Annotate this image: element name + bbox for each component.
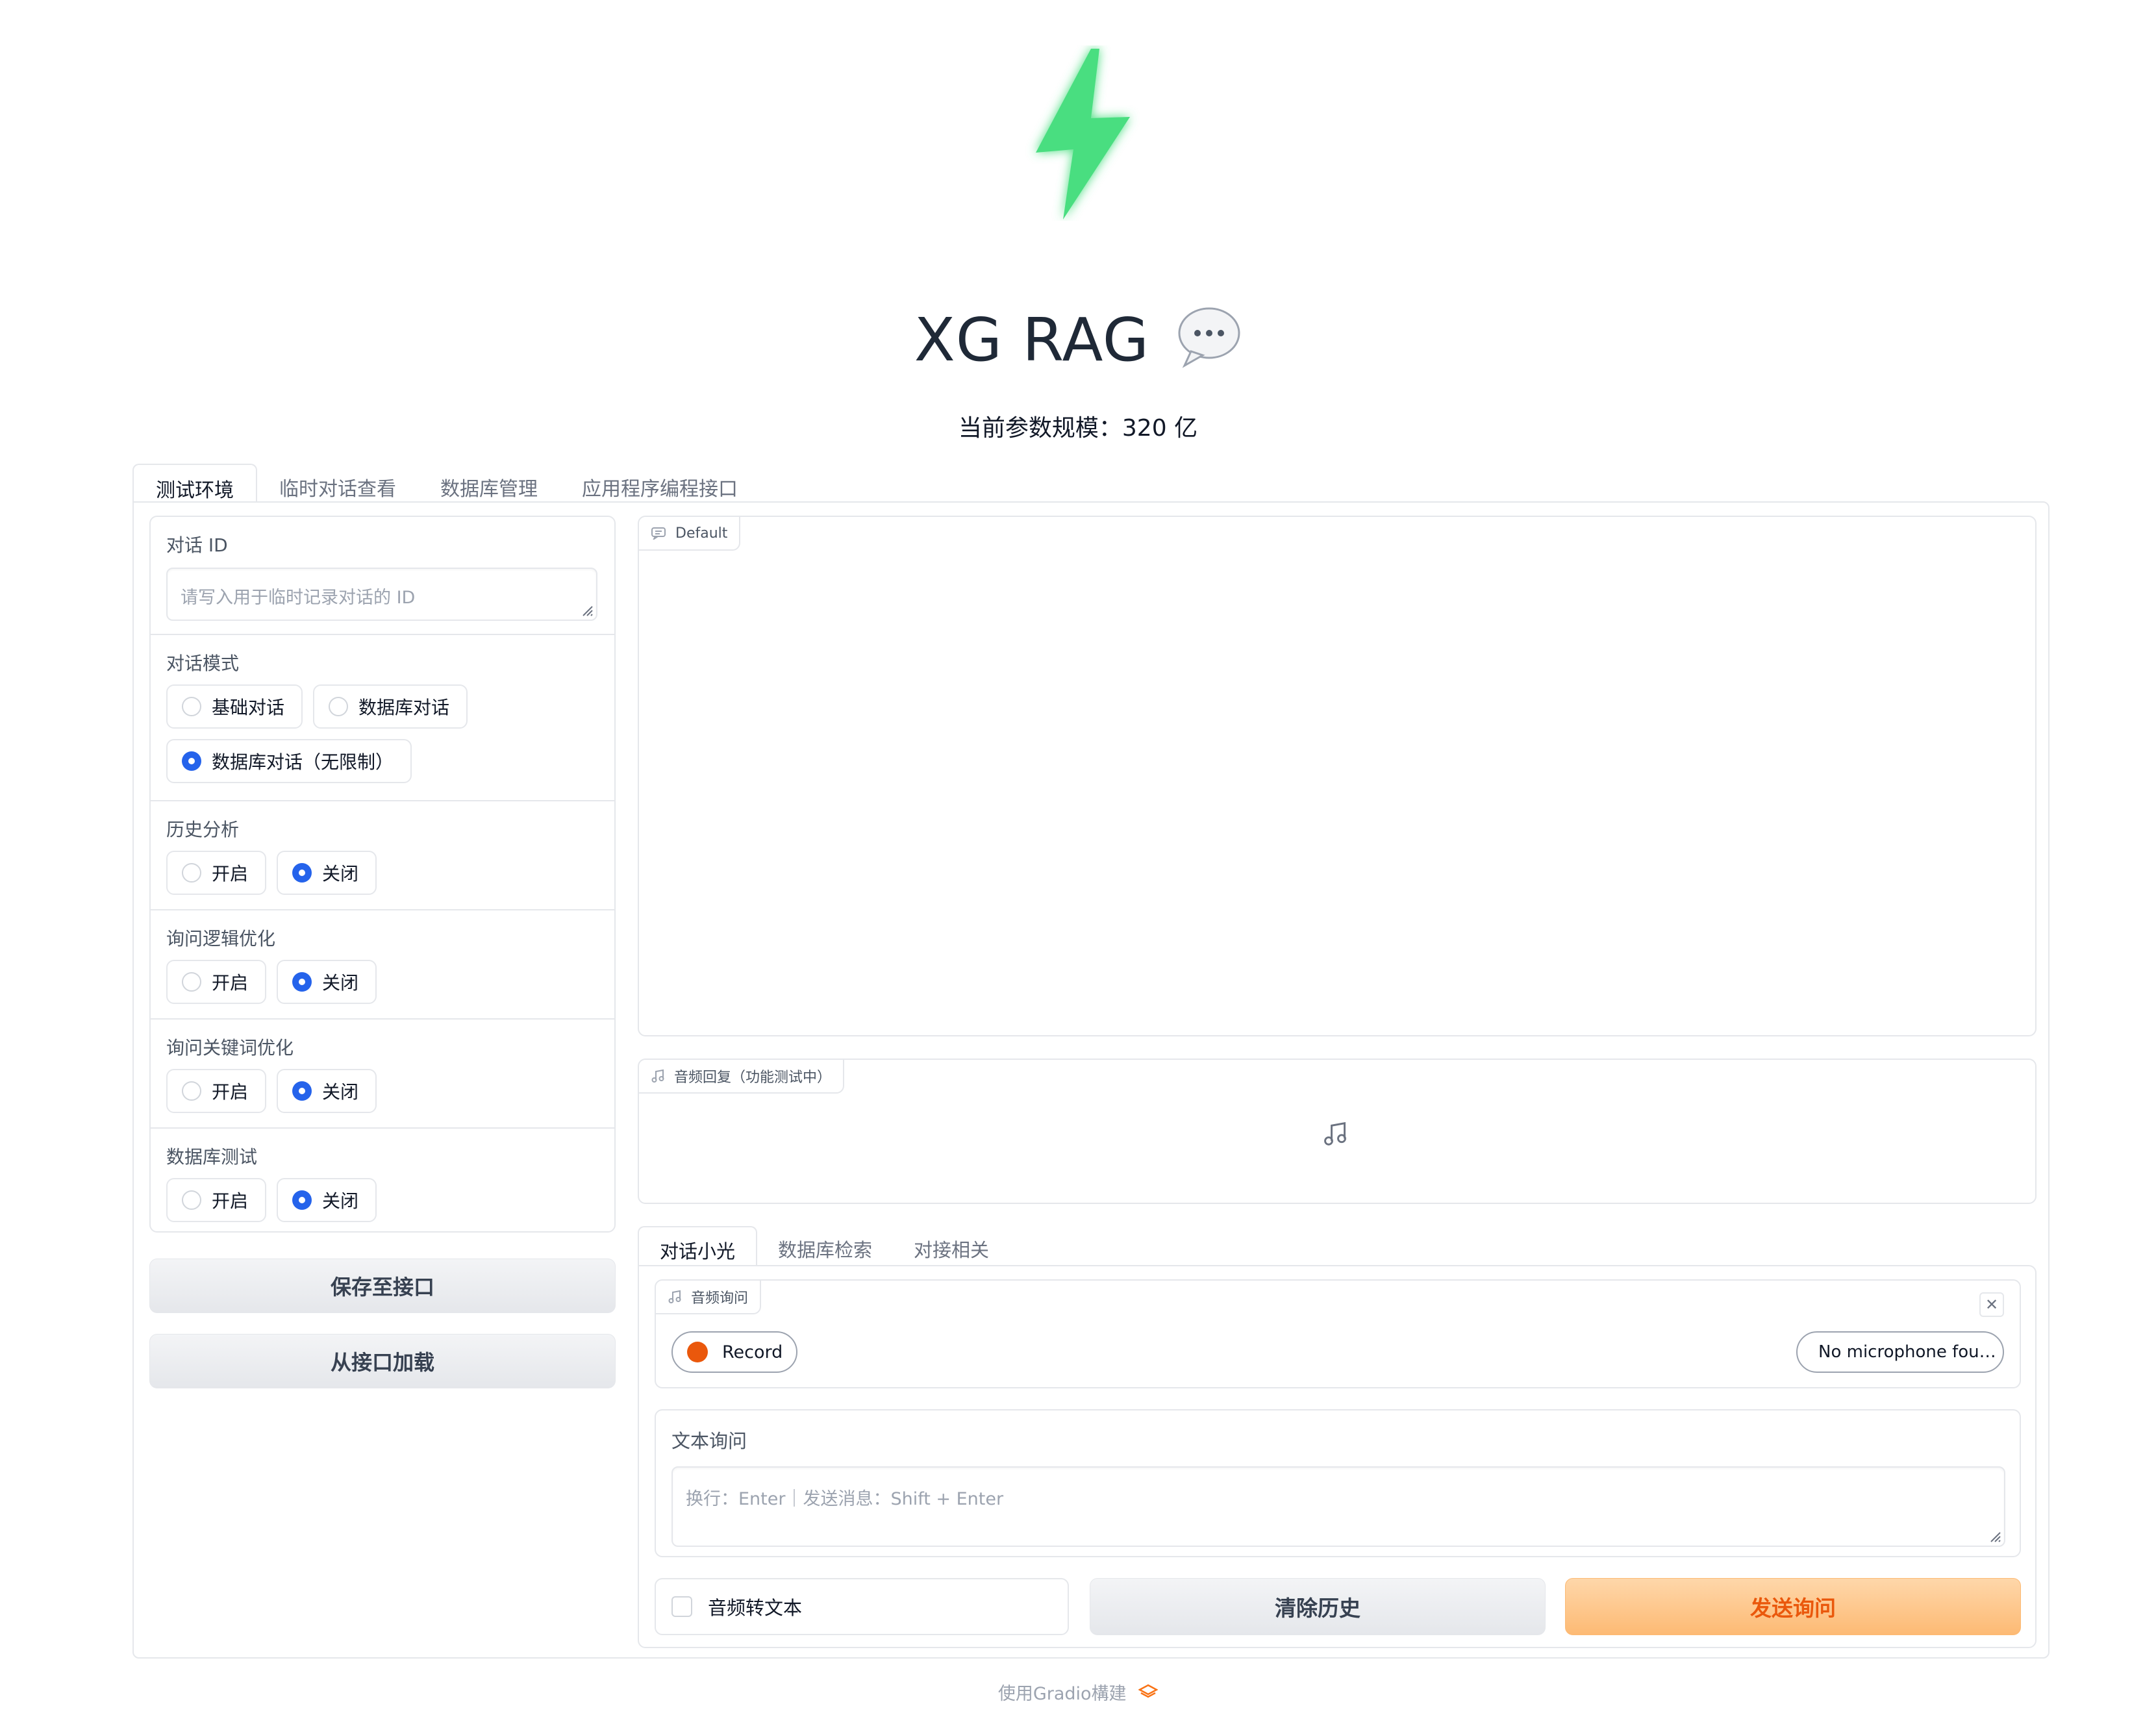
radio-label: 基础对话 — [212, 697, 285, 718]
audio-to-text-checkbox[interactable]: 音频转文本 — [655, 1578, 1069, 1635]
radio-keyword-off[interactable]: 关闭 — [277, 1069, 377, 1113]
page-title: XG RAG — [0, 305, 2156, 382]
radio-label: 开启 — [212, 863, 249, 884]
tab-db-manage[interactable]: 数据库管理 — [418, 464, 560, 503]
music-note-icon — [1322, 1121, 1348, 1149]
chatbot-label: Default — [639, 517, 741, 551]
radio-circle — [182, 1081, 201, 1101]
audio-to-text-label: 音频转文本 — [708, 1597, 803, 1619]
radio-dbtest-off[interactable]: 关闭 — [277, 1178, 377, 1222]
radio-circle-checked — [292, 1081, 312, 1101]
resize-handle-icon[interactable] — [1987, 1529, 2001, 1543]
radio-history-on[interactable]: 开启 — [166, 851, 267, 895]
test-env-panel: 对话 ID 请写入用于临时记录对话的 ID 对话模式 基础对话 数据库对话 数据… — [132, 501, 2049, 1659]
dialog-mode-section: 对话模式 基础对话 数据库对话 数据库对话（无限制） — [151, 635, 614, 801]
radio-label: 开启 — [212, 1081, 249, 1103]
dialog-id-placeholder: 请写入用于临时记录对话的 ID — [181, 588, 416, 608]
dialog-panel: 音频询问 ✕ Record No microphone fou… 文本询问 换行… — [638, 1265, 2037, 1648]
audio-reply-label-text: 音频回复（功能测试中） — [674, 1070, 832, 1086]
text-query-label: 文本询问 — [671, 1430, 747, 1452]
title-text: XG RAG — [914, 305, 1150, 375]
radio-circle-checked — [292, 972, 312, 992]
footer: 使用Gradio構建 — [0, 1679, 2156, 1705]
top-tab-bar: 测试环境 临时对话查看 数据库管理 应用程序编程接口 — [132, 464, 760, 503]
radio-logic-off[interactable]: 关闭 — [277, 960, 377, 1004]
audio-reply-area: 音频回复（功能测试中） — [638, 1059, 2037, 1204]
radio-label: 开启 — [212, 1190, 249, 1212]
chatbot-area[interactable]: Default — [638, 516, 2037, 1036]
radio-label: 数据库对话 — [358, 697, 450, 718]
radio-circle-checked — [292, 863, 312, 883]
query-logic-label: 询问逻辑优化 — [166, 928, 276, 949]
chatbot-label-text: Default — [675, 525, 728, 542]
record-dot-icon — [687, 1342, 708, 1362]
load-from-api-button[interactable]: 从接口加载 — [149, 1334, 616, 1388]
music-note-icon — [668, 1290, 681, 1303]
query-keyword-label: 询问关键词优化 — [166, 1037, 294, 1059]
inner-tab-bar: 对话小光 数据库检索 对接相关 — [638, 1226, 1010, 1266]
record-label: Record — [722, 1342, 783, 1362]
radio-basic-dialog[interactable]: 基础对话 — [166, 684, 303, 729]
radio-history-off[interactable]: 关闭 — [277, 851, 377, 895]
footer-text[interactable]: 使用Gradio構建 — [998, 1684, 1127, 1704]
audio-query-label-text: 音频询问 — [691, 1290, 749, 1307]
radio-circle-checked — [182, 751, 201, 771]
radio-dbtest-on[interactable]: 开启 — [166, 1178, 267, 1222]
gradio-logo-icon — [1138, 1684, 1159, 1705]
radio-label: 关闭 — [322, 863, 359, 884]
history-analysis-label: 历史分析 — [166, 819, 240, 840]
dialog-id-label: 对话 ID — [166, 534, 228, 556]
speech-bubble-icon — [1177, 306, 1242, 382]
text-query-area: 文本询问 换行：Enter｜发送消息：Shift + Enter — [655, 1409, 2021, 1557]
db-test-label: 数据库测试 — [166, 1146, 258, 1168]
checkbox-square[interactable] — [671, 1596, 692, 1617]
dialog-id-input[interactable]: 请写入用于临时记录对话的 ID — [166, 568, 597, 621]
tab-api[interactable]: 应用程序编程接口 — [560, 464, 760, 503]
subtitle: 当前参数规模：320 亿 — [958, 415, 1198, 442]
radio-circle — [182, 697, 201, 716]
radio-db-dialog[interactable]: 数据库对话 — [313, 684, 468, 729]
record-button[interactable]: Record — [671, 1331, 797, 1373]
chat-icon — [651, 527, 666, 540]
tab-temp-dialog[interactable]: 临时对话查看 — [257, 464, 418, 503]
radio-label: 数据库对话（无限制） — [212, 751, 394, 773]
settings-panel: 对话 ID 请写入用于临时记录对话的 ID 对话模式 基础对话 数据库对话 数据… — [149, 516, 616, 1233]
query-keyword-section: 询问关键词优化 开启 关闭 — [151, 1020, 614, 1129]
query-logic-section: 询问逻辑优化 开启 关闭 — [151, 910, 614, 1020]
audio-query-label: 音频询问 — [656, 1281, 762, 1314]
radio-circle — [182, 1190, 201, 1210]
radio-circle — [329, 697, 349, 716]
radio-circle — [182, 972, 201, 992]
tab-dialog-xiaoguang[interactable]: 对话小光 — [638, 1226, 758, 1266]
dialog-id-section: 对话 ID 请写入用于临时记录对话的 ID — [151, 517, 614, 635]
dialog-mode-label: 对话模式 — [166, 653, 240, 674]
resize-handle-icon[interactable] — [579, 603, 594, 617]
tab-integration[interactable]: 对接相关 — [893, 1226, 1010, 1266]
radio-circle — [182, 863, 201, 883]
radio-logic-on[interactable]: 开启 — [166, 960, 267, 1004]
text-query-placeholder: 换行：Enter｜发送消息：Shift + Enter — [686, 1489, 1004, 1509]
audio-query-area: 音频询问 ✕ Record No microphone fou… — [655, 1279, 2021, 1388]
radio-label: 开启 — [212, 972, 249, 994]
close-icon[interactable]: ✕ — [1979, 1292, 2004, 1317]
radio-label: 关闭 — [322, 1190, 359, 1212]
tab-test-env[interactable]: 测试环境 — [132, 464, 257, 503]
lightning-bolt-icon — [1023, 45, 1140, 221]
music-note-icon — [651, 1069, 664, 1083]
clear-history-button[interactable]: 清除历史 — [1090, 1578, 1546, 1635]
radio-keyword-on[interactable]: 开启 — [166, 1069, 267, 1113]
radio-db-dialog-unlimited[interactable]: 数据库对话（无限制） — [166, 739, 412, 783]
radio-circle-checked — [292, 1190, 312, 1210]
audio-reply-label: 音频回复（功能测试中） — [639, 1060, 845, 1094]
radio-label: 关闭 — [322, 1081, 359, 1103]
tab-db-search[interactable]: 数据库检索 — [757, 1226, 893, 1266]
db-test-section: 数据库测试 开启 关闭 — [151, 1129, 614, 1231]
text-query-input[interactable]: 换行：Enter｜发送消息：Shift + Enter — [671, 1466, 2005, 1547]
send-query-button[interactable]: 发送询问 — [1565, 1578, 2021, 1635]
history-analysis-section: 历史分析 开启 关闭 — [151, 801, 614, 910]
save-to-api-button[interactable]: 保存至接口 — [149, 1259, 616, 1313]
radio-label: 关闭 — [322, 972, 359, 994]
microphone-select[interactable]: No microphone fou… — [1796, 1331, 2004, 1373]
